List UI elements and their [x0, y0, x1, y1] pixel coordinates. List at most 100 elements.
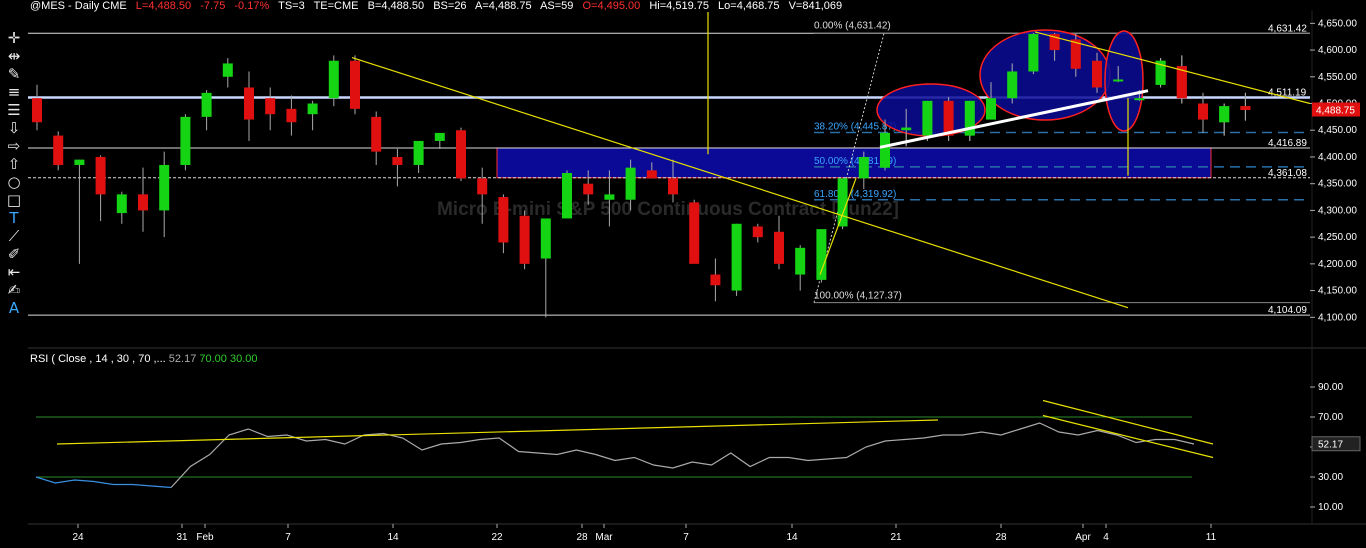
price-tick-label: 4,650.00: [1318, 18, 1357, 29]
candle-body: [138, 194, 148, 211]
rsi-oversold: 30.00: [229, 353, 258, 365]
candle-body: [201, 92, 212, 117]
level-label: 4,361.08: [1268, 168, 1307, 179]
date-label: 31: [176, 532, 188, 543]
candle-body: [1240, 106, 1251, 110]
price-tick-label: 4,200.00: [1318, 259, 1357, 270]
candle-body: [307, 103, 318, 115]
rsi-header: RSI ( Close , 14 , 30 , 70 ,... 52.17 70…: [30, 353, 258, 365]
candle-body: [1028, 34, 1039, 72]
level-label: 4,631.42: [1268, 23, 1307, 34]
rsi-value-label: 52.17: [1318, 440, 1343, 451]
candle-body: [986, 98, 996, 120]
rsi-overbought: 70.00: [199, 353, 227, 365]
candle-body: [116, 194, 127, 214]
rsi-tick-label: 90.00: [1318, 382, 1343, 393]
date-label: 22: [491, 532, 503, 543]
candle-body: [392, 156, 403, 165]
candle-body: [519, 215, 530, 264]
candle-body: [943, 100, 954, 136]
date-label: 14: [786, 532, 798, 543]
rsi-trendline: [56, 419, 939, 445]
candle-body: [837, 178, 848, 227]
candle-body: [53, 135, 64, 165]
price-tick-label: 4,600.00: [1318, 45, 1357, 56]
rsi-line-oversold: [35, 476, 172, 489]
candle-body: [583, 183, 594, 195]
candle-body: [668, 178, 678, 195]
candle-body: [95, 156, 106, 195]
date-label: Feb: [196, 532, 214, 543]
candle-body: [371, 116, 382, 152]
price-tick-label: 4,450.00: [1318, 125, 1357, 136]
price-tick-label: 4,250.00: [1318, 232, 1357, 243]
level-label: 4,416.89: [1268, 138, 1307, 149]
candle-body: [159, 164, 170, 211]
candle-body: [1007, 71, 1018, 99]
candle-body: [880, 132, 890, 168]
candle-body: [74, 159, 85, 165]
date-label: 7: [683, 532, 689, 543]
date-label: 14: [387, 532, 399, 543]
candle-body: [752, 226, 763, 238]
date-label: 21: [890, 532, 902, 543]
date-label: 28: [576, 532, 588, 543]
candle-body: [222, 63, 233, 77]
fib-label: 61.80% (4,319.92): [814, 189, 896, 200]
candle-body: [350, 60, 360, 109]
price-tick-label: 4,300.00: [1318, 205, 1357, 216]
level-label: 4,511.19: [1268, 88, 1307, 99]
candle-body: [922, 100, 933, 136]
candle-body: [1092, 60, 1102, 88]
candle-body: [562, 173, 572, 219]
last-price-label: 4,488.75: [1316, 106, 1355, 117]
candle-body: [1134, 98, 1145, 101]
candle-body: [1198, 103, 1208, 120]
level-label: 4,104.09: [1268, 305, 1307, 316]
candle-body: [646, 170, 657, 179]
fib-label: 0.00% (4,631.42): [814, 20, 891, 31]
candle-body: [710, 274, 721, 286]
candle-body: [1113, 79, 1124, 82]
rsi-name: RSI ( Close , 14 , 30 , 70 ,...: [30, 353, 166, 365]
candle-body: [477, 178, 488, 195]
candle-body: [689, 202, 700, 264]
candle-body: [244, 87, 254, 120]
date-label: 4: [1103, 532, 1109, 543]
fib-label: 100.00% (4,127.37): [814, 291, 902, 302]
candle-body: [328, 60, 339, 99]
candle-body: [901, 127, 912, 131]
highlight-ellipse: [1104, 30, 1144, 132]
candle-body: [498, 197, 509, 243]
price-tick-label: 4,550.00: [1318, 72, 1357, 83]
candle-body: [625, 167, 636, 200]
candle-body: [795, 247, 806, 275]
highlight-ellipse: [979, 29, 1111, 121]
date-label: Mar: [595, 532, 613, 543]
candle-body: [180, 116, 191, 165]
candle-body: [731, 223, 742, 291]
price-tick-label: 4,100.00: [1318, 312, 1357, 323]
rsi-tick-label: 30.00: [1318, 472, 1343, 483]
price-tick-label: 4,400.00: [1318, 152, 1357, 163]
price-chart[interactable]: Micro E-mini S&P 500 Continuous Contract…: [0, 0, 1366, 548]
candle-body: [774, 231, 784, 264]
rsi-tick-label: 10.00: [1318, 502, 1343, 513]
date-label: 7: [285, 532, 291, 543]
date-label: 24: [72, 532, 84, 543]
candle-body: [434, 132, 445, 141]
candle-body: [413, 140, 424, 165]
candle-body: [286, 108, 297, 123]
rsi-line: [170, 422, 1195, 488]
rsi-value: 52.17: [168, 353, 197, 365]
price-tick-label: 4,150.00: [1318, 286, 1357, 297]
candle-body: [1219, 106, 1230, 123]
rsi-tick-label: 70.00: [1318, 412, 1343, 423]
candle-body: [32, 98, 42, 123]
date-label: 11: [1206, 532, 1217, 543]
date-label: 28: [995, 532, 1007, 543]
price-tick-label: 4,350.00: [1318, 179, 1357, 190]
candle-body: [265, 98, 276, 115]
candle-body: [858, 156, 869, 179]
candle-body: [456, 130, 466, 179]
